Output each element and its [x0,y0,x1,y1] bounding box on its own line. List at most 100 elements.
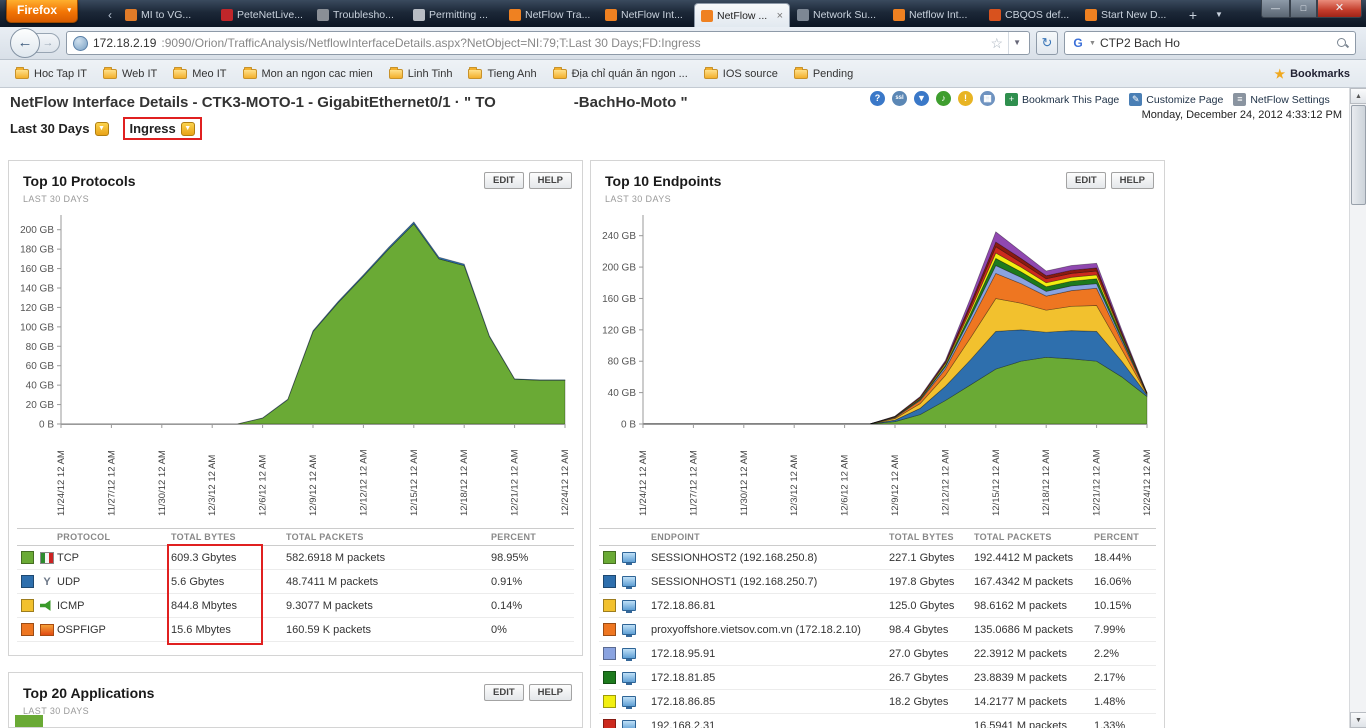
computer-icon [622,696,636,709]
tab-label: NetFlow ... [717,9,768,22]
tab-label: Netflow Int... [909,9,968,21]
bookmark-item[interactable]: Hoc Tap IT [8,65,94,83]
scroll-down-arrow[interactable]: ▼ [1350,712,1366,728]
folder-icon [388,66,403,79]
browser-tab[interactable]: Start New D... [1078,3,1174,27]
help-icon[interactable]: ? [870,91,885,106]
firefox-menu-label: Firefox [17,3,58,17]
svg-text:11/27/12 12 AM: 11/27/12 12 AM [688,450,699,516]
panel-subtitle: LAST 30 DAYS [605,194,671,204]
link-label: Customize Page [1146,93,1224,106]
bookmark-star-icon[interactable]: ☆ [991,35,1004,52]
svg-text:60 GB: 60 GB [26,361,55,372]
svg-text:0 B: 0 B [39,420,54,431]
bookmark-item[interactable]: Địa chỉ quán ăn ngon ... [546,65,695,83]
ospf-icon [40,623,54,636]
endpoint-row[interactable]: 192.168.2.31 16.5941 M packets 1.33% [599,714,1156,728]
protocol-row-ICMP[interactable]: ICMP 844.8 Mbytes 9.3077 M packets 0.14% [17,594,574,618]
svg-text:140 GB: 140 GB [20,284,54,295]
svg-text:12/3/12 12 AM: 12/3/12 12 AM [789,455,800,516]
svg-text:160 GB: 160 GB [20,264,54,275]
bookmark-item[interactable]: Web IT [96,65,164,83]
direction-dropdown[interactable]: Ingress ▼ [130,121,195,136]
new-tab-button[interactable]: + [1182,5,1204,25]
endpoint-row[interactable]: 172.18.86.81 125.0 Gbytes 98.6162 M packet… [599,594,1156,618]
ssl-icon[interactable]: ssl [892,91,907,106]
site-identity-globe-icon[interactable] [73,35,88,51]
computer-icon [622,624,636,637]
alert-icon[interactable]: ! [958,91,973,106]
maximize-button[interactable]: □ [1290,0,1317,18]
bookmark-item[interactable]: Mon an ngon cac mien [236,65,380,83]
minimize-button[interactable]: — [1261,0,1290,18]
page-title: NetFlow Interface Details - CTK3-MOTO-1 … [10,94,688,111]
scrollbar-thumb[interactable] [1351,105,1366,205]
tab-scroll-left-button[interactable]: ‹ [103,4,117,26]
folder-icon [552,66,567,79]
svg-text:12/6/12 12 AM: 12/6/12 12 AM [258,455,269,516]
protocol-row-OSPFIGP[interactable]: OSPFIGP 15.6 Mbytes 160.59 K packets 0% [17,618,574,642]
help-button[interactable]: HELP [528,684,572,701]
applications-chart-partial [15,715,43,727]
panel-subtitle: LAST 30 DAYS [23,194,89,204]
bookmark-label: Hoc Tap IT [34,67,87,80]
list-all-tabs-button[interactable]: ▼ [1210,5,1228,25]
browser-tab[interactable]: PeteNetLive... [214,3,310,27]
url-bar[interactable]: 172.18.2.19 :9090/Orion/TrafficAnalysis/… [66,31,1030,55]
scroll-up-arrow[interactable]: ▲ [1350,88,1366,104]
browser-tab[interactable]: Troublesho... [310,3,406,27]
edit-button[interactable]: EDIT [484,172,524,189]
help-button[interactable]: HELP [1110,172,1154,189]
close-button[interactable]: ✕ [1317,0,1362,18]
edit-button[interactable]: EDIT [1066,172,1106,189]
protocol-row-UDP[interactable]: Y UDP 5.6 Gbytes 48.7411 M packets 0.91% [17,570,574,594]
endpoint-row[interactable]: 172.18.81.85 26.7 Gbytes 23.8839 M packets… [599,666,1156,690]
bookmark-item[interactable]: Pending [787,65,860,83]
bookmark-this-page-link[interactable]: + Bookmark This Page [1005,93,1119,106]
svg-text:12/3/12 12 AM: 12/3/12 12 AM [207,455,218,516]
firefox-menu-button[interactable]: Firefox ▾ [6,0,79,23]
browser-tab[interactable]: NetFlow Tra... [502,3,598,27]
bookmarks-menu-button[interactable]: ★ Bookmarks [1266,64,1358,84]
export-icon[interactable]: ▼ [914,91,929,106]
browser-tab[interactable]: Netflow Int... [886,3,982,27]
customize-page-link[interactable]: ✎ Customize Page [1129,93,1223,106]
edit-button[interactable]: EDIT [484,684,524,701]
search-magnifier-icon[interactable] [1336,37,1349,50]
browser-tab[interactable]: CBQOS def... [982,3,1078,27]
endpoint-row[interactable]: proxyoffshore.vietsov.com.vn (172.18.2.1… [599,618,1156,642]
tcp-flag-icon [40,551,54,564]
browser-tab[interactable]: NetFlow Int... [598,3,694,27]
back-button[interactable]: ← [10,28,40,58]
browser-tab[interactable]: MI to VG... [118,3,214,27]
reload-button[interactable]: ↻ [1036,31,1058,55]
tab-close-icon[interactable]: × [777,10,783,22]
url-dropdown-icon[interactable]: ▼ [1008,32,1025,54]
protocol-row-TCP[interactable]: TCP 609.3 Gbytes 582.6918 M packets 98.95% [17,546,574,570]
endpoint-row[interactable]: 172.18.86.85 18.2 Gbytes 14.2177 M packets… [599,690,1156,714]
bookmark-item[interactable]: IOS source [697,65,785,83]
search-input[interactable]: CTP2 Bach Ho [1100,36,1332,50]
browser-tab[interactable]: NetFlow ... × [694,3,790,27]
chart-icon[interactable]: ▦ [980,91,995,106]
endpoint-row[interactable]: 172.18.95.91 27.0 Gbytes 22.3912 M packets… [599,642,1156,666]
netflow-settings-link[interactable]: ≡ NetFlow Settings [1233,93,1330,106]
google-engine-icon[interactable]: G [1071,36,1085,50]
bookmark-item[interactable]: Meo IT [166,65,233,83]
bookmark-item[interactable]: Linh Tinh [382,65,460,83]
folder-icon [793,66,808,79]
time-range-dropdown[interactable]: Last 30 Days ▼ [10,121,109,136]
tab-favicon-icon [317,9,329,21]
sound-icon[interactable]: ♪ [936,91,951,106]
search-box[interactable]: G ▼ CTP2 Bach Ho [1064,31,1356,55]
help-button[interactable]: HELP [528,172,572,189]
browser-tab[interactable]: Permitting ... [406,3,502,27]
endpoint-row[interactable]: SESSIONHOST2 (192.168.250.8) 227.1 Gbytes… [599,546,1156,570]
bookmark-item[interactable]: Tieng Anh [461,65,543,83]
browser-tab[interactable]: Network Su... [790,3,886,27]
endpoint-row[interactable]: SESSIONHOST1 (192.168.250.7) 197.8 Gbytes… [599,570,1156,594]
search-engine-dropdown-icon[interactable]: ▼ [1089,40,1096,47]
url-host-text: 172.18.2.19 [93,36,157,50]
svg-text:40 GB: 40 GB [608,388,637,399]
udp-icon: Y [43,575,51,588]
